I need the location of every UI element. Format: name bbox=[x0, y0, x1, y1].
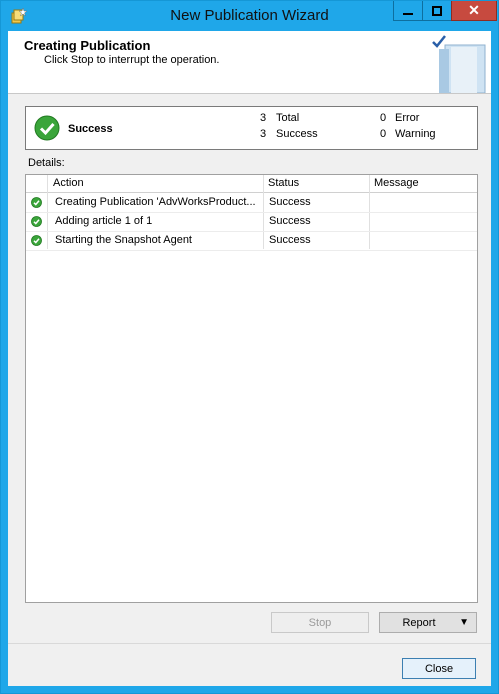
total-label: Total bbox=[276, 112, 300, 124]
minimize-button[interactable] bbox=[393, 1, 423, 21]
wizard-window: New Publication Wizard ✕ Creating Public… bbox=[0, 0, 499, 694]
warning-label: Warning bbox=[395, 128, 436, 140]
success-count: 3 bbox=[260, 128, 267, 140]
book-check-icon bbox=[432, 35, 486, 93]
row-status: Success bbox=[269, 234, 311, 246]
success-check-icon bbox=[34, 115, 60, 141]
wizard-body: Creating Publication Click Stop to inter… bbox=[8, 31, 491, 686]
error-count: 0 bbox=[380, 112, 387, 124]
row-action: Starting the Snapshot Agent bbox=[55, 234, 192, 246]
summary-panel: Success 3 Total 3 Success 0 Error 0 Warn… bbox=[25, 106, 478, 150]
error-label: Error bbox=[395, 112, 420, 124]
table-row[interactable]: Adding article 1 of 1 Success bbox=[26, 212, 477, 232]
table-row[interactable]: Creating Publication 'AdvWorksProduct...… bbox=[26, 193, 477, 213]
grid-header: Action Status Message bbox=[26, 175, 477, 193]
column-header-message[interactable]: Message bbox=[374, 177, 419, 189]
summary-status: Success bbox=[68, 123, 113, 135]
success-label: Success bbox=[276, 128, 318, 140]
report-button-label: Report bbox=[402, 616, 436, 629]
close-button-label: Close bbox=[424, 662, 454, 675]
column-header-status[interactable]: Status bbox=[268, 177, 299, 189]
stop-button[interactable]: Stop bbox=[271, 612, 369, 633]
stop-button-label: Stop bbox=[308, 616, 332, 629]
title-bar[interactable]: New Publication Wizard ✕ bbox=[1, 1, 498, 31]
close-button[interactable]: Close bbox=[402, 658, 476, 679]
maximize-button[interactable] bbox=[422, 1, 452, 21]
row-action: Creating Publication 'AdvWorksProduct... bbox=[55, 196, 256, 208]
chevron-down-icon: ▼ bbox=[459, 617, 469, 628]
footer-divider bbox=[8, 643, 491, 644]
success-icon bbox=[31, 235, 42, 246]
total-count: 3 bbox=[260, 112, 267, 124]
row-status: Success bbox=[269, 215, 311, 227]
details-label: Details: bbox=[28, 157, 65, 169]
maximize-icon bbox=[432, 5, 442, 16]
row-action: Adding article 1 of 1 bbox=[55, 215, 153, 227]
page-title: Creating Publication bbox=[24, 38, 151, 53]
success-icon bbox=[31, 216, 42, 227]
page-subtitle: Click Stop to interrupt the operation. bbox=[44, 54, 220, 66]
minimize-icon bbox=[403, 12, 413, 15]
table-row[interactable]: Starting the Snapshot Agent Success bbox=[26, 231, 477, 251]
success-icon bbox=[31, 197, 42, 208]
close-icon: ✕ bbox=[468, 2, 480, 18]
close-window-button[interactable]: ✕ bbox=[451, 1, 497, 21]
column-header-action[interactable]: Action bbox=[53, 177, 84, 189]
wizard-header: Creating Publication Click Stop to inter… bbox=[8, 31, 491, 94]
details-grid[interactable]: Action Status Message Creating Publicati… bbox=[25, 174, 478, 603]
warning-count: 0 bbox=[380, 128, 387, 140]
row-status: Success bbox=[269, 196, 311, 208]
report-button[interactable]: Report ▼ bbox=[379, 612, 477, 633]
